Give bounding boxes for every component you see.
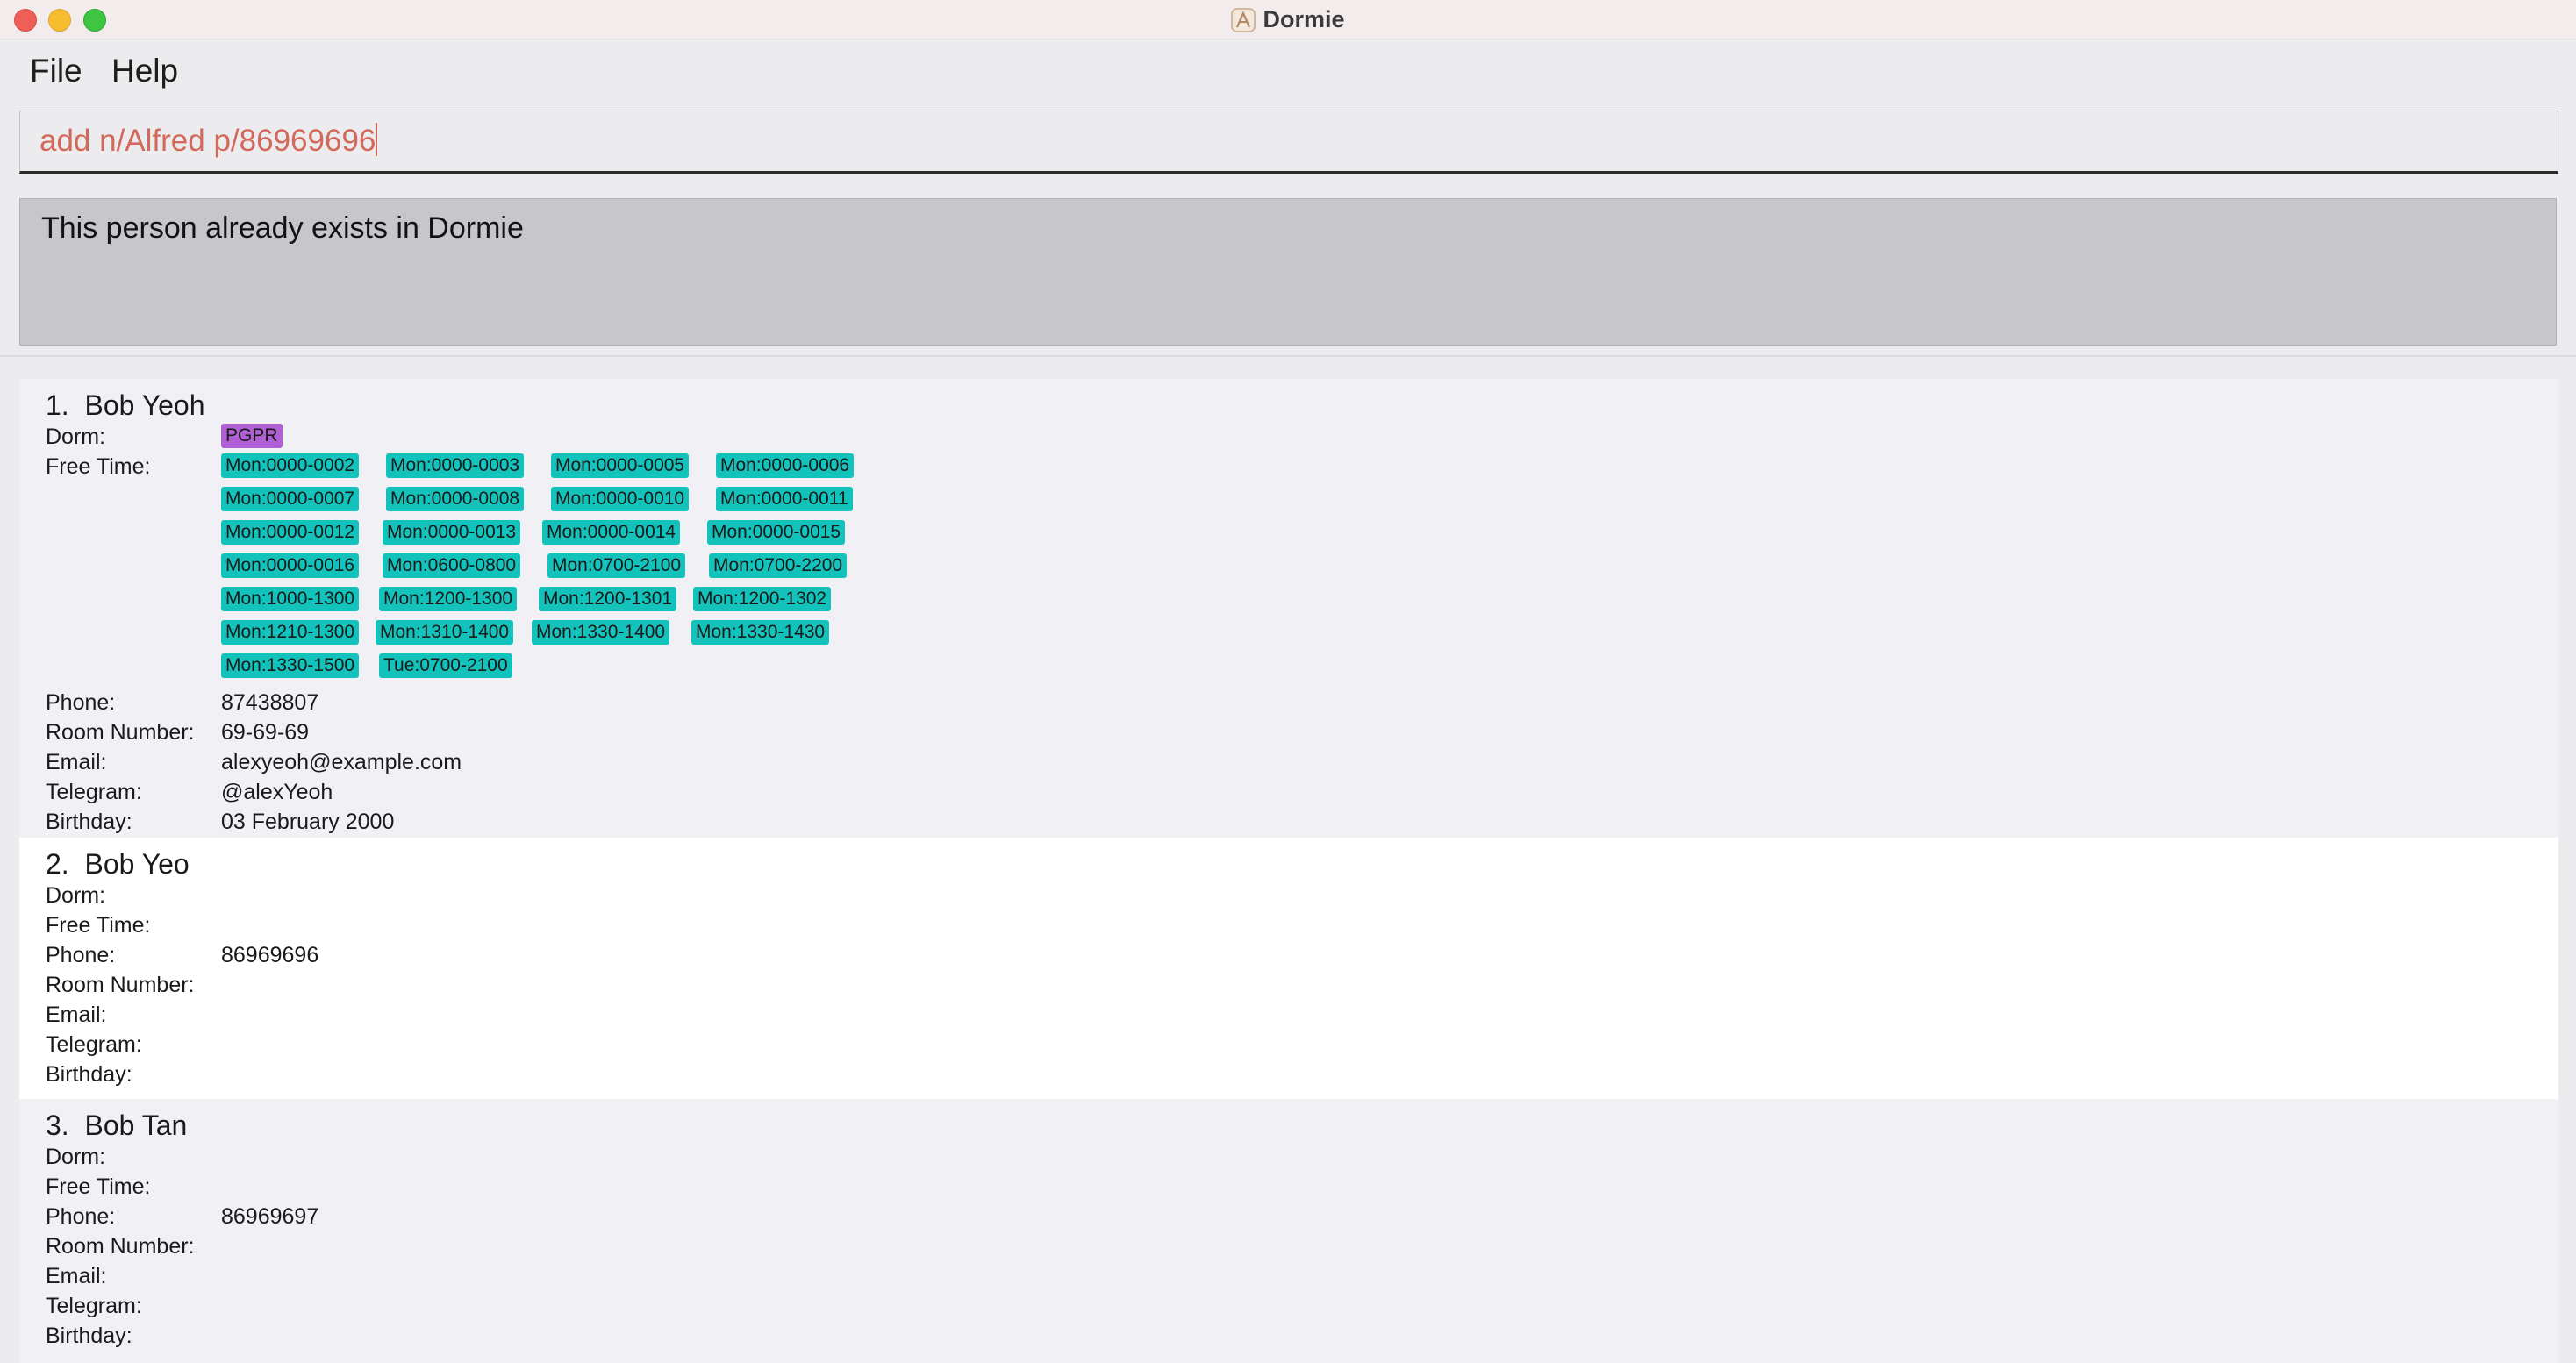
free-time-tag: Mon:1200-1301: [539, 587, 677, 611]
free-time-tag: Mon:1330-1400: [532, 620, 670, 645]
birthday-label: Birthday:: [46, 1324, 132, 1348]
free-time-tag: Mon:1310-1400: [376, 620, 514, 645]
command-input[interactable]: add n/Alfred p/86969696: [39, 123, 378, 159]
free-time-tag: Mon:0700-2200: [709, 553, 848, 578]
free-time-tag: Mon:0000-0016: [221, 553, 360, 578]
text-caret: [376, 123, 378, 156]
free-time-tag: Mon:1200-1300: [379, 587, 518, 611]
dormie-app-icon: [1231, 8, 1256, 32]
telegram-label: Telegram:: [46, 780, 142, 804]
free-time-label: Free Time:: [46, 913, 151, 938]
phone-value: 86969696: [221, 943, 319, 967]
phone-label: Phone:: [46, 690, 116, 715]
free-time-tag: Mon:1000-1300: [221, 587, 360, 611]
free-time-tag: Mon:0000-0007: [221, 487, 360, 511]
command-box[interactable]: add n/Alfred p/86969696: [19, 111, 2558, 174]
telegram-value: @alexYeoh: [221, 780, 333, 804]
free-time-tag: Mon:0000-0011: [716, 487, 853, 511]
free-time-tag: Tue:0700-2100: [379, 653, 512, 678]
free-time-tag: Mon:0000-0012: [221, 520, 360, 545]
person-name: 3. Bob Tan: [46, 1110, 188, 1141]
phone-value: 86969697: [221, 1204, 319, 1229]
email-label: Email:: [46, 750, 107, 774]
free-time-tag: Mon:0000-0013: [383, 520, 521, 545]
command-input-text: add n/Alfred p/86969696: [39, 124, 376, 158]
free-time-tag: Mon:0000-0005: [551, 453, 690, 478]
person-card[interactable]: 2. Bob Yeo Dorm: Free Time: Phone: 86969696 R…: [19, 838, 2558, 1099]
section-divider: [0, 355, 2576, 357]
room-number-label: Room Number:: [46, 973, 195, 997]
room-number-label: Room Number:: [46, 1234, 195, 1259]
free-time-tag: Mon:0000-0002: [221, 453, 360, 478]
free-time-tag: Mon:0000-0003: [386, 453, 525, 478]
free-time-tag: Mon:1210-1300: [221, 620, 360, 645]
result-message: This person already exists in Dormie: [41, 211, 524, 245]
window-title: Dormie: [0, 0, 2576, 39]
dorm-label: Dorm:: [46, 425, 106, 449]
dorm-label: Dorm:: [46, 1145, 106, 1169]
free-time-tag: Mon:0000-0015: [707, 520, 846, 545]
menu-bar: File Help: [0, 40, 2576, 102]
email-label: Email:: [46, 1264, 107, 1288]
phone-label: Phone:: [46, 1204, 116, 1229]
person-name: 2. Bob Yeo: [46, 848, 190, 880]
free-time-tag: Mon:0000-0008: [386, 487, 525, 511]
free-time-tag: Mon:0000-0014: [542, 520, 681, 545]
window-title-text: Dormie: [1263, 6, 1345, 32]
birthday-label: Birthday:: [46, 1062, 132, 1087]
dorm-tag: PGPR: [221, 424, 283, 448]
free-time-tag: Mon:1330-1500: [221, 653, 360, 678]
telegram-label: Telegram:: [46, 1294, 142, 1318]
free-time-tag: Mon:1330-1430: [691, 620, 830, 645]
phone-label: Phone:: [46, 943, 116, 967]
free-time-label: Free Time:: [46, 454, 151, 479]
phone-value: 87438807: [221, 690, 319, 715]
email-value: alexyeoh@example.com: [221, 750, 462, 774]
free-time-tag: Mon:0700-2100: [547, 553, 686, 578]
person-card[interactable]: 1. Bob Yeoh Dorm: PGPR Free Time: Mon:0000-0…: [19, 379, 2558, 838]
free-time-tag: Mon:0000-0010: [551, 487, 690, 511]
birthday-label: Birthday:: [46, 810, 132, 834]
person-list[interactable]: 1. Bob Yeoh Dorm: PGPR Free Time: Mon:0000-0…: [19, 379, 2558, 1363]
person-card[interactable]: 3. Bob Tan Dorm: Free Time: Phone: 86969697 R…: [19, 1099, 2558, 1363]
menu-help[interactable]: Help: [111, 53, 178, 89]
telegram-label: Telegram:: [46, 1032, 142, 1057]
email-label: Email:: [46, 1003, 107, 1027]
birthday-value: 03 February 2000: [221, 810, 395, 834]
free-time-label: Free Time:: [46, 1174, 151, 1199]
dorm-label: Dorm:: [46, 883, 106, 908]
result-display: This person already exists in Dormie: [19, 198, 2557, 346]
room-number-value: 69-69-69: [221, 720, 310, 745]
room-number-label: Room Number:: [46, 720, 195, 745]
free-time-tag: Mon:0000-0006: [716, 453, 855, 478]
title-bar: Dormie: [0, 0, 2576, 39]
free-time-tag: Mon:0600-0800: [383, 553, 521, 578]
person-name: 1. Bob Yeoh: [46, 389, 205, 421]
free-time-tag: Mon:1200-1302: [693, 587, 832, 611]
menu-file[interactable]: File: [30, 53, 82, 89]
